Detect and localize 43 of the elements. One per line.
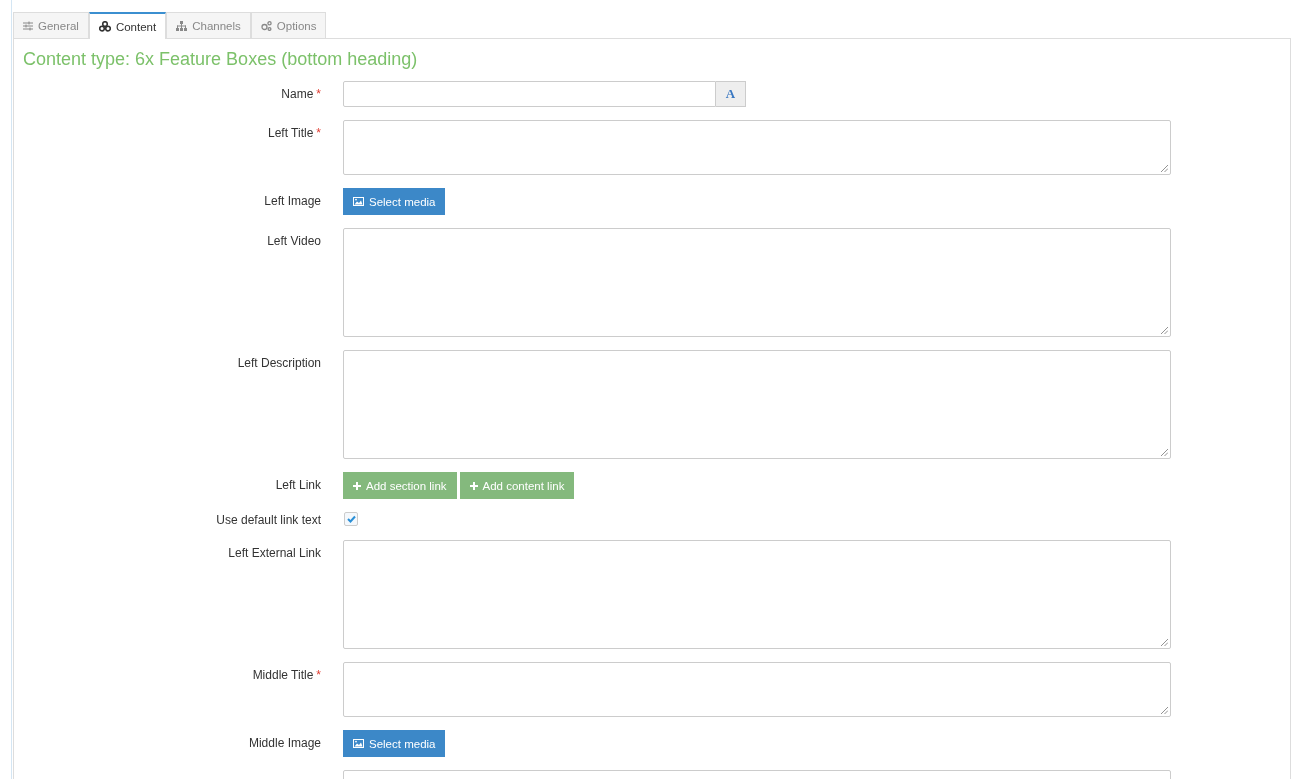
cubes-icon bbox=[98, 21, 111, 32]
font-button[interactable]: A bbox=[716, 81, 746, 107]
add-link-button[interactable]: Add content link bbox=[459, 472, 575, 499]
tab[interactable]: Options bbox=[250, 12, 327, 38]
resize-grip-icon bbox=[1161, 327, 1168, 334]
required-asterisk: * bbox=[316, 668, 321, 682]
text-area[interactable] bbox=[343, 228, 1171, 337]
required-asterisk: * bbox=[316, 87, 321, 101]
checkbox[interactable] bbox=[344, 512, 358, 526]
gears-icon bbox=[260, 20, 272, 31]
add-link-button[interactable]: Add section link bbox=[343, 472, 457, 499]
plus-icon bbox=[353, 481, 361, 490]
field-label: Name bbox=[281, 87, 314, 101]
field-label: Left Image bbox=[264, 194, 321, 208]
text-area[interactable] bbox=[343, 120, 1171, 175]
resize-grip-icon bbox=[1161, 449, 1168, 456]
required-asterisk: * bbox=[316, 126, 321, 140]
field-label: Use default link text bbox=[216, 513, 321, 527]
name-input[interactable] bbox=[343, 81, 716, 107]
field-label: Left External Link bbox=[228, 546, 321, 560]
tab[interactable]: General bbox=[13, 12, 89, 38]
image-icon bbox=[353, 197, 364, 206]
resize-grip-icon bbox=[1161, 639, 1168, 646]
resize-grip-icon bbox=[1161, 707, 1168, 714]
image-icon bbox=[353, 739, 364, 748]
text-area[interactable] bbox=[343, 540, 1171, 649]
sliders-icon bbox=[23, 20, 33, 31]
select-media-button[interactable]: Select media bbox=[343, 188, 446, 215]
tab[interactable]: Channels bbox=[166, 12, 251, 38]
tab[interactable]: Content bbox=[88, 12, 167, 39]
text-area[interactable] bbox=[343, 350, 1171, 459]
field-label: Left Description bbox=[237, 356, 321, 370]
text-area[interactable] bbox=[343, 662, 1171, 717]
field-label: Left Video bbox=[267, 234, 321, 248]
field-label: Middle Image bbox=[248, 736, 321, 750]
content-type-heading: Content type: 6x Feature Boxes (bottom heading) bbox=[23, 49, 419, 70]
field-label: Left Link bbox=[275, 478, 321, 492]
field-label: Left Title bbox=[267, 126, 314, 140]
select-media-button[interactable]: Select media bbox=[343, 730, 446, 757]
sitemap-icon bbox=[176, 20, 188, 31]
field-label: Middle Title bbox=[252, 668, 314, 682]
resize-grip-icon bbox=[1161, 165, 1168, 172]
plus-icon bbox=[469, 481, 478, 490]
